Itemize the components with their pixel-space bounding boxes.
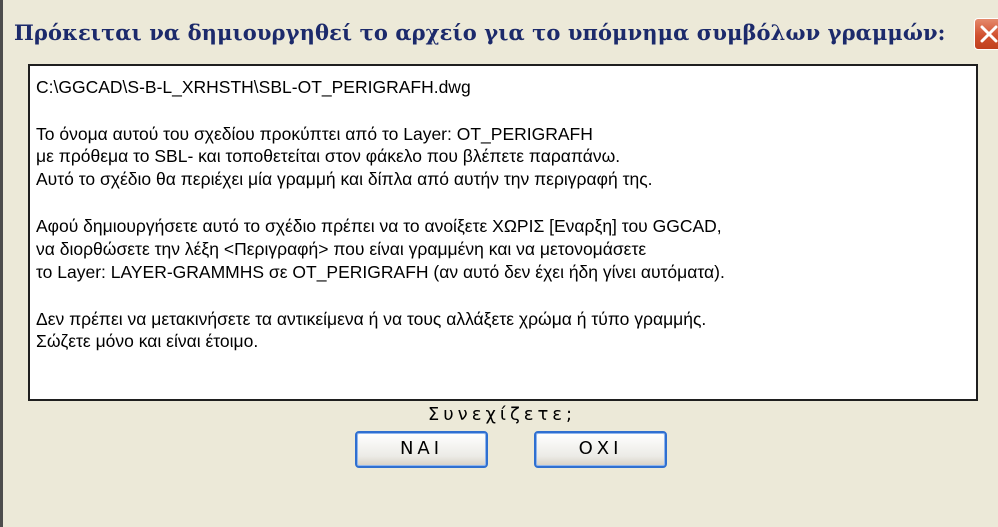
dialog-window: Πρόκειται να δημιουργηθεί το αρχείο για … [0, 0, 998, 527]
window-title: Πρόκειται να δημιουργηθεί το αρχείο για … [14, 20, 946, 45]
message-line: Αυτό το σχέδιο θα περιέχει μία γραμμή κα… [36, 169, 653, 189]
message-line: Το όνομα αυτού του σχεδίου προκύπτει από… [36, 124, 593, 144]
continue-question: Συνεχίζετε; [427, 404, 577, 425]
message-line: το Layer: LAYER-GRAMMHS σε OT_PERIGRAFH … [36, 262, 725, 282]
message-line: Αφού δημιουργήσετε αυτό το σχέδιο πρέπει… [36, 216, 722, 236]
message-line: Σώζετε μόνο και είναι έτοιμο. [36, 331, 259, 351]
no-button[interactable]: ΟΧΙ [534, 431, 667, 468]
close-button[interactable] [974, 18, 998, 50]
yes-button[interactable]: ΝΑΙ [355, 431, 488, 468]
title-bar: Πρόκειται να δημιουργηθεί το αρχείο για … [6, 14, 998, 54]
file-path-text: C:\GGCAD\S-B-L_XRHSTH\SBL-OT_PERIGRAFH.d… [36, 77, 471, 97]
close-icon [980, 25, 998, 43]
message-line: Δεν πρέπει να μετακινήσετε τα αντικείμεν… [36, 309, 707, 329]
message-box: C:\GGCAD\S-B-L_XRHSTH\SBL-OT_PERIGRAFH.d… [28, 64, 978, 401]
message-line: να διορθώσετε την λέξη <Περιγραφή> που ε… [36, 239, 647, 259]
message-line: με πρόθεμα το SBL- και τοποθετείται στον… [36, 146, 621, 166]
